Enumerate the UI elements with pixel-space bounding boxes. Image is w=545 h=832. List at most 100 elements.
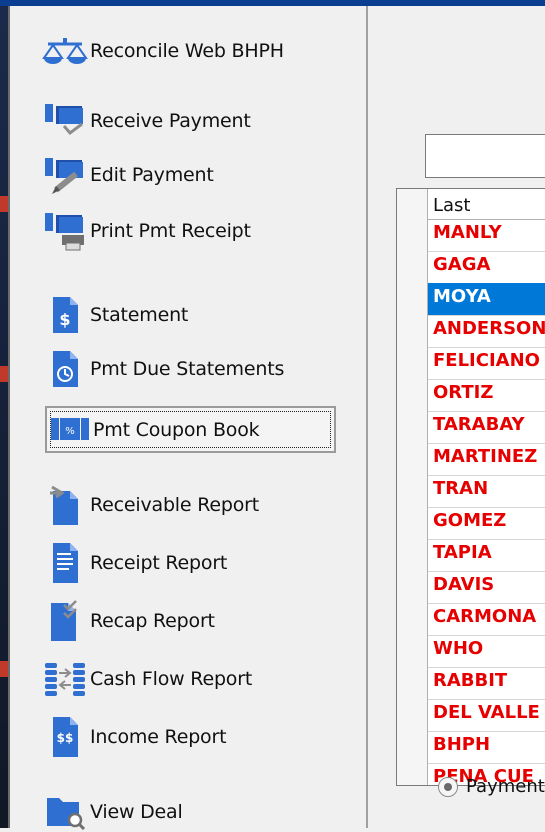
row-header[interactable] (397, 379, 428, 411)
menu-panel: Reconcile Web BHPH Receive Payment Edit … (10, 6, 366, 830)
background-window-edge (0, 6, 8, 828)
last-name-cell: MARTINEZ (433, 446, 538, 467)
table-row[interactable]: MARTINEZ (397, 443, 545, 476)
edit-payment-button[interactable]: Edit Payment (40, 155, 330, 195)
cash-flow-report-button[interactable]: Cash Flow Report (40, 659, 330, 699)
table-row[interactable]: DAVIS (397, 571, 545, 604)
last-name-cell: MANLY (433, 222, 502, 243)
receipt-report-button[interactable]: Receipt Report (40, 543, 330, 583)
view-deal-button[interactable]: View Deal (40, 792, 330, 832)
last-name-cell: DAVIS (433, 574, 495, 595)
coupon-book-icon: % (47, 410, 93, 450)
row-header[interactable] (397, 635, 428, 667)
statement-icon: $ (40, 295, 90, 335)
pmt-coupon-book-label: Pmt Coupon Book (93, 418, 260, 441)
last-name-cell: ANDERSON (433, 318, 545, 339)
table-row[interactable]: WHO (397, 635, 545, 668)
receive-payment-label: Receive Payment (90, 110, 251, 132)
statement-button[interactable]: $ Statement (40, 295, 330, 335)
row-header[interactable] (397, 347, 428, 379)
receipt-report-icon (40, 543, 90, 583)
grid-header: Last (397, 189, 545, 220)
receivable-report-button[interactable]: Receivable Report (40, 485, 330, 525)
last-name-cell: TARABAY (433, 414, 525, 435)
view-deal-icon (40, 792, 90, 832)
table-row[interactable]: RABBIT (397, 667, 545, 700)
table-row[interactable]: MOYA (397, 283, 545, 316)
svg-text:$: $ (59, 310, 70, 329)
table-row[interactable]: ORTIZ (397, 379, 545, 412)
last-name-cell: WHO (433, 638, 484, 659)
row-header[interactable] (397, 475, 428, 507)
row-header[interactable] (397, 283, 428, 315)
print-pmt-receipt-label: Print Pmt Receipt (90, 220, 251, 242)
row-header[interactable] (397, 763, 428, 785)
table-row[interactable]: DEL VALLE (397, 699, 545, 732)
table-row[interactable]: TRAN (397, 475, 545, 508)
table-row[interactable]: FELICIANO (397, 347, 545, 380)
svg-text:$$: $$ (57, 731, 74, 745)
customer-grid[interactable]: Last MANLY GAGA MOYA ANDERSON FELICIANO ORTIZ… (396, 188, 545, 786)
print-pmt-receipt-button[interactable]: Print Pmt Receipt (40, 211, 330, 251)
receipt-report-label: Receipt Report (90, 552, 228, 574)
row-header[interactable] (397, 667, 428, 699)
row-header[interactable] (397, 315, 428, 347)
row-header[interactable] (397, 699, 428, 731)
table-row[interactable]: GAGA (397, 251, 545, 284)
reconcile-web-bhph-button[interactable]: Reconcile Web BHPH (40, 31, 330, 71)
last-name-cell: GOMEZ (433, 510, 507, 531)
receivable-report-label: Receivable Report (90, 494, 259, 516)
pmt-due-statements-label: Pmt Due Statements (90, 358, 285, 380)
statement-label: Statement (90, 304, 189, 326)
row-header[interactable] (397, 571, 428, 603)
last-name-cell: FELICIANO (433, 350, 540, 371)
search-input[interactable] (425, 134, 545, 178)
income-report-icon: $$ (40, 717, 90, 757)
print-receipt-icon (40, 211, 90, 251)
receive-payment-button[interactable]: Receive Payment (40, 101, 330, 141)
row-header-corner (397, 189, 428, 219)
view-deal-label: View Deal (90, 801, 183, 823)
pmt-due-statements-button[interactable]: Pmt Due Statements (40, 349, 330, 389)
recap-report-button[interactable]: Recap Report (40, 600, 330, 641)
row-header[interactable] (397, 731, 428, 763)
edit-payment-label: Edit Payment (90, 164, 214, 186)
pmt-coupon-book-button[interactable]: % Pmt Coupon Book (45, 406, 336, 453)
row-header[interactable] (397, 219, 428, 251)
reconcile-web-bhph-label: Reconcile Web BHPH (90, 40, 284, 62)
scales-icon (40, 31, 90, 71)
payment-radio-label: Payment (466, 776, 545, 797)
customer-list-panel: Last MANLY GAGA MOYA ANDERSON FELICIANO ORTIZ… (368, 6, 545, 828)
table-row[interactable]: ANDERSON (397, 315, 545, 348)
table-row[interactable]: TAPIA (397, 539, 545, 572)
table-row[interactable]: BHPH (397, 731, 545, 764)
table-row[interactable]: MANLY (397, 219, 545, 252)
row-header[interactable] (397, 411, 428, 443)
cash-flow-icon (40, 659, 90, 699)
radio-dot-icon (438, 776, 458, 797)
table-row[interactable]: CARMONA (397, 603, 545, 636)
recap-report-label: Recap Report (90, 610, 215, 632)
table-row[interactable]: GOMEZ (397, 507, 545, 540)
edit-payment-icon (40, 155, 90, 195)
row-header[interactable] (397, 507, 428, 539)
table-row[interactable]: TARABAY (397, 411, 545, 444)
row-header[interactable] (397, 443, 428, 475)
last-name-cell: TRAN (433, 478, 489, 499)
row-header[interactable] (397, 603, 428, 635)
row-header[interactable] (397, 539, 428, 571)
cash-flow-report-label: Cash Flow Report (90, 668, 253, 690)
income-report-label: Income Report (90, 726, 227, 748)
receivable-report-icon (40, 485, 90, 525)
due-statements-icon (40, 349, 90, 389)
last-name-cell: DEL VALLE (433, 702, 540, 723)
row-header[interactable] (397, 251, 428, 283)
payment-radio[interactable]: Payment (438, 776, 545, 797)
income-report-button[interactable]: $$ Income Report (40, 717, 330, 757)
last-name-cell: GAGA (433, 254, 491, 275)
last-name-cell: CARMONA (433, 606, 537, 627)
svg-text:%: % (65, 426, 75, 437)
receive-payment-icon (40, 101, 90, 141)
last-name-cell: BHPH (433, 734, 491, 755)
column-header-last[interactable]: Last (433, 195, 471, 216)
